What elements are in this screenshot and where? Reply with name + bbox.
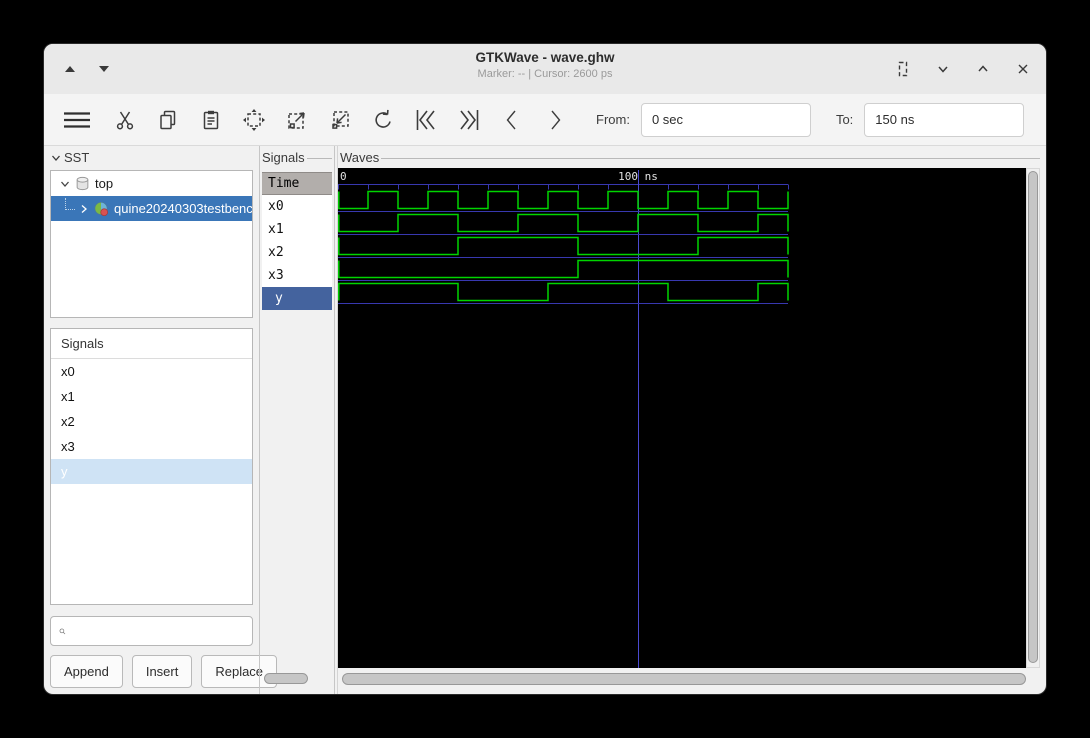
signals-list: x0 x1 x2 x3 y xyxy=(51,359,252,484)
signal-list-item[interactable]: x2 xyxy=(51,409,252,434)
paste-button[interactable] xyxy=(195,102,227,138)
wave-hscrollbar-thumb[interactable] xyxy=(342,673,1026,685)
menu-button[interactable] xyxy=(56,102,98,138)
wave-vscrollbar-thumb[interactable] xyxy=(1028,171,1038,663)
signal-name-cell[interactable]: y xyxy=(262,287,332,310)
signal-list-item[interactable]: x1 xyxy=(51,384,252,409)
titlebar: GTKWave - wave.ghw Marker: -- | Cursor: … xyxy=(44,44,1046,95)
reload-button[interactable] xyxy=(1043,102,1046,138)
scope-cylinder-icon xyxy=(76,176,89,191)
to-time-input[interactable] xyxy=(864,102,1025,137)
close-icon xyxy=(1018,64,1028,74)
signal-column-hscrollbar[interactable] xyxy=(264,673,308,684)
gtkwave-window: GTKWave - wave.ghw Marker: -- | Cursor: … xyxy=(44,44,1046,694)
undo-button[interactable] xyxy=(367,102,399,138)
signal-name-cell[interactable]: x0 xyxy=(262,195,332,218)
paste-clipboard-icon xyxy=(203,110,219,129)
skip-to-start-icon xyxy=(416,109,435,130)
minimize-button[interactable] xyxy=(930,56,956,82)
wave-hscrollbar-track[interactable] xyxy=(340,672,1030,686)
signals-list-panel: Signals x0 x1 x2 x3 y xyxy=(50,328,253,605)
copy-button[interactable] xyxy=(152,102,184,138)
signal-list-item[interactable]: x3 xyxy=(51,434,252,459)
chevron-left-icon xyxy=(506,110,516,129)
tree-guide-line xyxy=(65,198,75,210)
sst-tree-panel: top quine20240303testbench xyxy=(50,170,253,318)
waves-frame-label: Waves xyxy=(340,150,1040,165)
signal-search-box xyxy=(50,616,253,646)
fullscreen-button[interactable] xyxy=(890,56,916,82)
close-button[interactable] xyxy=(1010,56,1036,82)
chevron-up-icon xyxy=(978,65,988,72)
sst-frame-label: SST xyxy=(50,150,255,165)
append-button[interactable]: Append xyxy=(50,655,123,688)
maximize-button[interactable] xyxy=(970,56,996,82)
svg-text:0: 0 xyxy=(340,170,347,183)
signal-list-item[interactable]: y xyxy=(51,459,252,484)
wave-vscrollbar-track[interactable] xyxy=(1026,168,1040,668)
tree-item-top[interactable]: top xyxy=(51,171,252,196)
search-icon xyxy=(59,628,66,634)
wave-splitter[interactable] xyxy=(334,146,335,694)
skip-to-end-icon xyxy=(460,109,479,130)
signal-list-item[interactable]: x0 xyxy=(51,359,252,384)
fullscreen-icon xyxy=(898,61,908,77)
signal-name-cell[interactable]: x3 xyxy=(262,264,332,287)
chevron-down-icon xyxy=(938,66,948,73)
signal-name-cell[interactable]: x2 xyxy=(262,241,332,264)
signal-name-column: x0 x1 x2 x3 y xyxy=(262,195,332,310)
toolbar: From: To: xyxy=(44,94,1046,146)
panel-separator[interactable] xyxy=(259,146,260,694)
previous-edge-button[interactable] xyxy=(496,102,528,138)
copy-icon xyxy=(160,110,176,129)
signals-column-frame-label: Signals xyxy=(262,150,332,165)
zoom-fit-icon xyxy=(243,108,265,131)
zoom-in-button[interactable] xyxy=(324,102,356,138)
chevron-right-icon[interactable] xyxy=(78,203,90,215)
zoom-fit-button[interactable] xyxy=(238,102,270,138)
screen: { "window": { "title": "GTKWave - wave.g… xyxy=(0,0,1090,738)
module-icon xyxy=(94,201,109,216)
next-edge-button[interactable] xyxy=(539,102,571,138)
cut-button[interactable] xyxy=(109,102,141,138)
tree-item-testbench[interactable]: quine20240303testbench xyxy=(51,196,252,221)
go-to-start-button[interactable] xyxy=(410,102,442,138)
to-label: To: xyxy=(835,112,854,127)
undo-arrow-icon xyxy=(375,109,391,128)
zoom-out-arrow-icon xyxy=(288,111,305,129)
search-input[interactable] xyxy=(72,616,252,646)
zoom-in-arrow-icon xyxy=(332,110,349,129)
hamburger-menu-icon xyxy=(64,111,90,128)
from-time-input[interactable] xyxy=(640,102,811,137)
time-column-header[interactable]: Time xyxy=(262,172,332,195)
zoom-out-full-button[interactable] xyxy=(281,102,313,138)
signal-name-cell[interactable]: x1 xyxy=(262,218,332,241)
chevron-right-icon xyxy=(551,110,561,129)
expander-chevron-icon[interactable] xyxy=(50,152,62,164)
waveform-canvas[interactable]: 0 100 ns xyxy=(338,168,1026,668)
from-label: From: xyxy=(596,112,630,127)
insert-button[interactable]: Insert xyxy=(131,655,193,688)
go-to-end-button[interactable] xyxy=(453,102,485,138)
tree-item-label: top xyxy=(95,176,114,191)
chevron-down-icon[interactable] xyxy=(59,178,71,190)
scissors-icon xyxy=(116,111,134,129)
tree-item-label: quine20240303testbench xyxy=(114,201,252,216)
signals-list-header: Signals xyxy=(51,329,252,359)
